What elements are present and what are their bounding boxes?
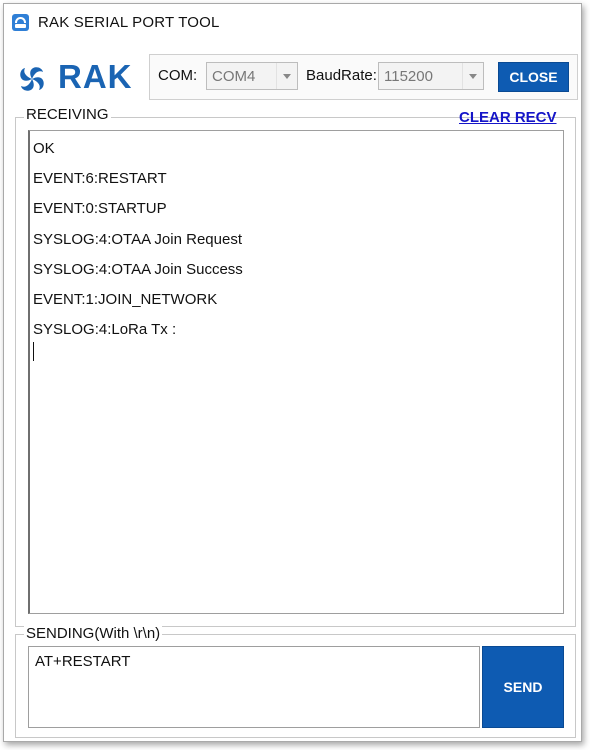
- close-port-button[interactable]: CLOSE: [498, 62, 569, 92]
- text-caret: [33, 342, 34, 361]
- sending-legend: SENDING(With \r\n): [24, 625, 163, 642]
- rak-logo: RAK: [15, 58, 140, 97]
- rak-wind-icon: [20, 67, 44, 91]
- serial-port-app-icon: [12, 14, 29, 31]
- receive-line: EVENT:1:JOIN_NETWORK: [33, 291, 218, 308]
- baudrate-value: 115200: [384, 68, 433, 85]
- app-window: RAK SERIAL PORT TOOL RAK COM: COM4 BaudR…: [3, 3, 582, 742]
- window-title: RAK SERIAL PORT TOOL: [38, 14, 220, 31]
- com-select[interactable]: COM4: [206, 62, 298, 90]
- send-button[interactable]: SEND: [482, 646, 564, 728]
- receive-line: SYSLOG:4:OTAA Join Success: [33, 261, 243, 278]
- receive-line: SYSLOG:4:OTAA Join Request: [33, 231, 242, 248]
- com-label: COM:: [158, 67, 198, 84]
- chevron-down-icon[interactable]: [276, 63, 297, 89]
- chevron-down-icon[interactable]: [462, 63, 483, 89]
- logo-text: RAK: [58, 58, 133, 95]
- receiving-legend: RECEIVING: [24, 106, 111, 123]
- receive-line: OK: [33, 140, 55, 157]
- clear-recv-link[interactable]: CLEAR RECV: [459, 109, 557, 126]
- receive-line: EVENT:6:RESTART: [33, 170, 167, 187]
- send-input[interactable]: AT+RESTART: [28, 646, 480, 728]
- title-bar: RAK SERIAL PORT TOOL: [4, 4, 581, 42]
- baudrate-label: BaudRate:: [306, 67, 377, 84]
- receive-textarea[interactable]: OK EVENT:6:RESTART EVENT:0:STARTUP SYSLO…: [28, 130, 564, 614]
- receive-line: SYSLOG:4:LoRa Tx :: [33, 321, 177, 338]
- receive-line: EVENT:0:STARTUP: [33, 200, 167, 217]
- com-value: COM4: [212, 68, 256, 85]
- baudrate-select[interactable]: 115200: [378, 62, 484, 90]
- send-input-text: AT+RESTART: [35, 653, 131, 670]
